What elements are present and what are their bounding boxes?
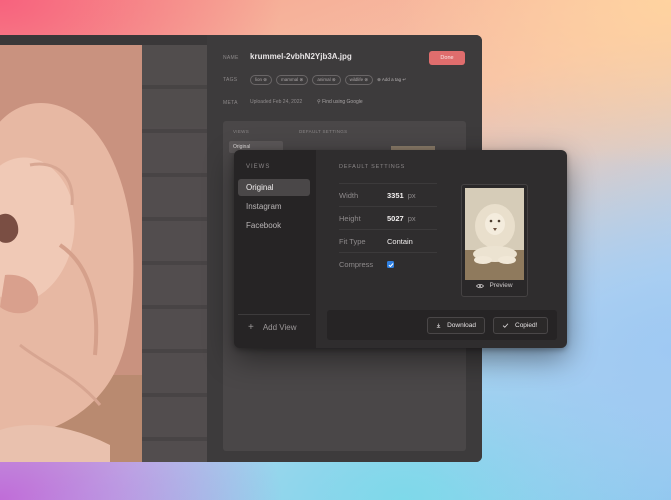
eye-icon [476, 283, 485, 288]
check-icon [502, 323, 509, 328]
width-field[interactable]: 3351 px [387, 191, 416, 200]
tag-chip[interactable]: wildlife ⊗ [344, 75, 374, 85]
views-sidebar: VIEWS Original Instagram Facebook + Add … [234, 150, 316, 348]
lion-photo-background [0, 45, 142, 462]
tag-list: lion ⊗ mammal ⊗ animal ⊗ wildlife ⊗ ⊕ Ad… [250, 75, 406, 85]
view-item-original[interactable]: Original [238, 179, 310, 196]
find-google-label: Find using Google [322, 99, 363, 105]
tag-chip[interactable]: mammal ⊗ [276, 75, 309, 85]
lion-thumbnail [465, 188, 524, 280]
width-value: 3351 [387, 191, 404, 200]
dialog-footer: Download Copied! [327, 310, 557, 340]
default-settings-title: DEFAULT SETTINGS [339, 164, 406, 170]
view-item-facebook[interactable]: Facebook [238, 217, 310, 234]
add-view-button[interactable]: + Add View [248, 322, 297, 333]
fit-type-select[interactable]: Contain [387, 237, 413, 246]
height-field[interactable]: 5027 px [387, 214, 416, 223]
download-icon [436, 323, 441, 328]
views-title: VIEWS [246, 164, 271, 170]
plus-icon: + [248, 322, 254, 333]
meta-label: META [223, 100, 238, 106]
background-fence [142, 45, 207, 462]
height-label: Height [339, 214, 361, 223]
width-row: Width 3351 px [339, 183, 437, 207]
view-settings-dialog: VIEWS Original Instagram Facebook + Add … [234, 150, 567, 348]
preview-label: Preview [489, 282, 513, 289]
height-row: Height 5027 px [339, 206, 437, 230]
add-tag-button[interactable]: ⊕ Add a tag ↵ [377, 75, 406, 85]
height-unit: px [407, 214, 416, 223]
sidebar-divider [238, 314, 310, 315]
bg-views-label: VIEWS [233, 129, 250, 134]
tag-chip[interactable]: lion ⊗ [250, 75, 273, 85]
lion-illustration [0, 45, 142, 462]
width-unit: px [407, 191, 416, 200]
bg-default-settings-label: DEFAULT SETTINGS [299, 129, 348, 134]
find-google-link[interactable]: ⚲ Find using Google [317, 99, 363, 105]
uploaded-date: Uploaded Feb 24, 2022 [250, 99, 303, 105]
done-button[interactable]: Done [429, 51, 465, 65]
preview-card[interactable]: Preview [461, 184, 528, 297]
tags-label: TAGS [223, 77, 238, 83]
compress-label: Compress [339, 260, 374, 269]
add-view-label: Add View [262, 323, 297, 332]
copied-button[interactable]: Copied! [493, 317, 548, 334]
download-button[interactable]: Download [427, 317, 485, 334]
name-label: NAME [223, 55, 239, 61]
preview-image [465, 188, 524, 280]
compress-checkbox[interactable] [387, 261, 394, 268]
tag-chip[interactable]: animal ⊗ [312, 75, 341, 85]
checkmark-icon [388, 262, 394, 267]
fit-type-row: Fit Type Contain [339, 229, 437, 253]
download-label: Download [447, 322, 476, 329]
preview-button[interactable]: Preview [462, 282, 527, 289]
view-item-instagram[interactable]: Instagram [238, 198, 310, 215]
copied-label: Copied! [515, 322, 538, 329]
fit-type-label: Fit Type [339, 237, 366, 246]
compress-row: Compress [339, 252, 437, 276]
height-value: 5027 [387, 214, 404, 223]
filename: krummel-2vbhN2Yjb3A.jpg [250, 52, 352, 61]
width-label: Width [339, 191, 359, 200]
